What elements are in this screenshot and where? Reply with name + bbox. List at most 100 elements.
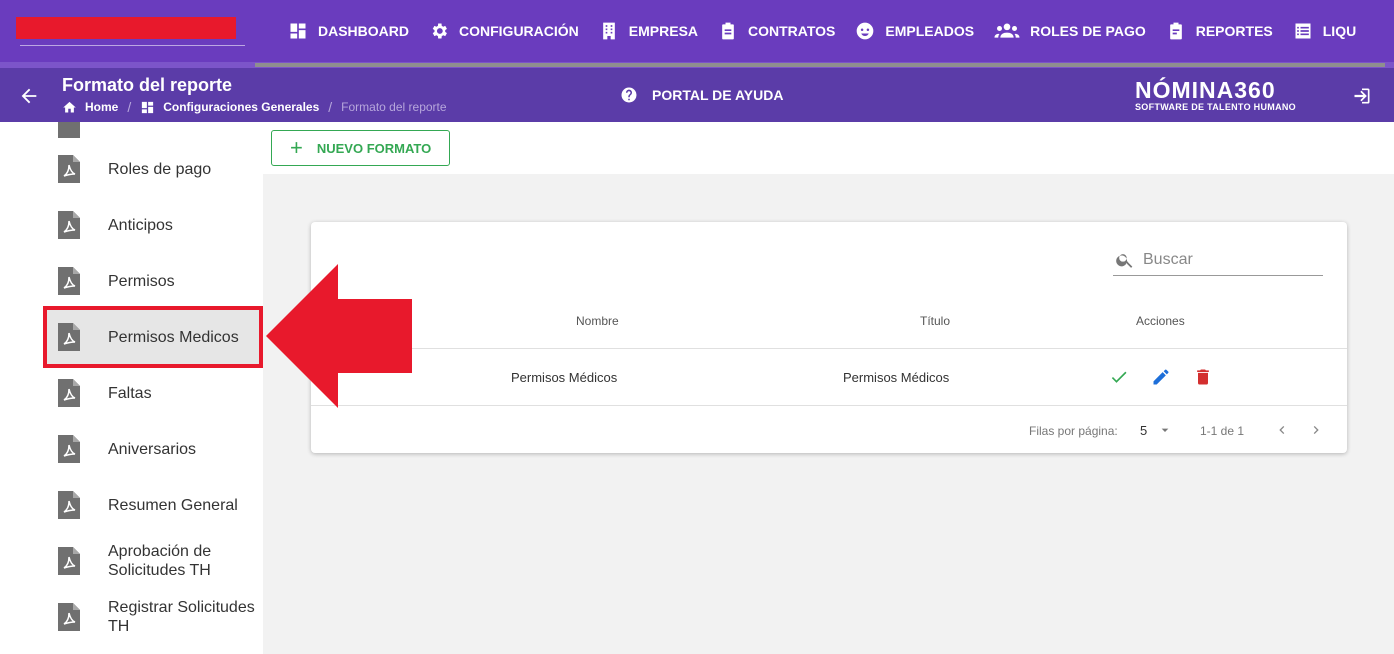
check-icon[interactable] [1109,367,1129,387]
pdf-file-icon [58,122,80,138]
help-label: PORTAL DE AYUDA [652,87,784,103]
rows-per-page-label: Filas por página: [1029,424,1118,438]
delete-trash-icon[interactable] [1193,367,1213,387]
brand-logo: NÓMINA360 SOFTWARE DE TALENTO HUMANO [1135,78,1296,112]
building-icon [599,21,619,41]
dashboard-icon [288,21,308,41]
gear-icon [429,21,449,41]
face-icon [855,21,875,41]
pdf-file-icon [58,323,80,351]
top-navbar: DASHBOARD CONFIGURACIÓN EMPRESA CONTRATO… [0,0,1394,62]
help-portal-link[interactable]: PORTAL DE AYUDA [620,86,783,104]
nav-item-contratos[interactable]: CONTRATOS [708,0,845,62]
sidebar-item-label: Registrar Solicitudes TH [108,599,255,635]
nav-item-liquidaciones[interactable]: LIQU [1283,0,1366,62]
breadcrumb-section-label: Configuraciones Generales [163,100,320,114]
sidebar-item-label: Resumen General [108,496,238,514]
sidebar-item-resumen-general[interactable]: Resumen General [46,477,260,533]
sidebar-item-faltas[interactable]: Faltas [46,365,260,421]
list-icon [1293,21,1313,41]
search-input[interactable]: Buscar [1113,244,1323,276]
page-title: Formato del reporte [62,75,233,95]
breadcrumb-separator: / [328,99,333,115]
breadcrumb: Home / Configuraciones Generales / Forma… [62,99,447,115]
cell-titulo: Permisos Médicos [843,370,950,385]
nav-label: EMPLEADOS [885,23,975,39]
pdf-file-icon [58,547,80,575]
home-icon [63,101,76,112]
nav-item-empresa[interactable]: EMPRESA [589,0,708,62]
main-nav: DASHBOARD CONFIGURACIÓN EMPRESA CONTRATO… [278,0,1366,62]
search-icon [1116,253,1133,268]
back-arrow-icon[interactable] [18,85,40,107]
nav-label: REPORTES [1195,23,1273,39]
header-divider [311,348,1347,349]
breadcrumb-home-label: Home [85,100,119,114]
nav-label: DASHBOARD [318,23,409,39]
logo-underline [20,45,245,46]
dashboard-icon [142,101,154,113]
pdf-file-icon [58,211,80,239]
pagination-range: 1-1 de 1 [1200,424,1245,438]
sidebar-item-label: Roles de pago [108,160,212,178]
nav-item-reportes[interactable]: REPORTES [1156,0,1283,62]
sidebar-item-roles-de-pago[interactable]: Roles de pago [46,141,260,197]
sidebar-item-aprobacion-solicitudes[interactable]: Aprobación de Solicitudes TH [46,533,260,589]
nav-label: LIQU [1322,23,1357,39]
plus-icon: + [290,135,303,160]
pdf-file-icon [58,435,80,463]
rows-per-page-select[interactable]: 5 [1140,423,1147,438]
sidebar-item-label: Permisos Medicos [108,328,239,346]
sidebar-item-registrar-solicitudes[interactable]: Registrar Solicitudes TH [46,589,260,645]
annotation-arrow-icon [266,264,412,408]
company-logo-redacted[interactable] [16,17,236,39]
breadcrumb-separator: / [127,99,132,115]
chevron-down-icon[interactable] [1157,422,1173,438]
column-header-titulo[interactable]: Título [920,314,950,328]
pdf-file-icon [58,379,80,407]
breadcrumb-current: Formato del reporte [341,100,447,114]
help-circle-icon [621,87,637,103]
column-header-acciones: Acciones [1136,314,1185,328]
column-header-nombre[interactable]: Nombre [576,314,619,328]
edit-pencil-icon[interactable] [1151,367,1171,387]
brand-tagline: SOFTWARE DE TALENTO HUMANO [1135,102,1296,112]
sidebar-item-permisos-medicos[interactable]: Permisos Medicos [43,306,263,368]
nav-label: EMPRESA [628,23,699,39]
report-icon [1166,21,1186,41]
formats-table-card: Buscar Nombre Título Acciones Permisos M… [311,222,1347,453]
sidebar-item-label: Aniversarios [108,440,197,458]
new-format-button[interactable]: + NUEVO FORMATO [271,130,450,166]
nav-label: CONTRATOS [748,23,836,39]
sidebar-item-anticipos[interactable]: Anticipos [46,197,260,253]
logout-icon[interactable] [1352,86,1372,106]
sidebar-item-label: Permisos [108,272,175,290]
chevron-right-icon[interactable] [1308,421,1324,439]
content-toolbar: + NUEVO FORMATO [263,122,1394,174]
new-format-label: NUEVO FORMATO [316,140,432,156]
breadcrumb-configuraciones[interactable]: Configuraciones Generales [140,100,319,115]
search-placeholder: Buscar [1143,250,1193,268]
pdf-file-icon [58,603,80,631]
sidebar-item-label: Faltas [108,384,152,402]
nav-item-configuracion[interactable]: CONFIGURACIÓN [419,0,589,62]
chevron-left-icon[interactable] [1274,421,1290,439]
page-header: Formato del reporte Home / Configuracion… [0,68,1394,122]
nav-scrollbar[interactable] [255,63,1385,67]
sidebar-item-permisos[interactable]: Permisos [46,253,260,309]
breadcrumb-home[interactable]: Home [62,100,118,115]
nav-item-roles-de-pago[interactable]: ROLES DE PAGO [984,0,1156,62]
nav-label: ROLES DE PAGO [1030,23,1146,39]
nav-item-empleados[interactable]: EMPLEADOS [845,0,984,62]
sidebar-item-label: Anticipos [108,216,173,234]
pdf-file-icon [58,267,80,295]
sidebar-item-aniversarios[interactable]: Aniversarios [46,421,260,477]
nav-label: CONFIGURACIÓN [459,23,579,39]
users-icon [994,21,1020,41]
clipboard-icon [718,21,738,41]
sidebar-item-label: Aprobación de Solicitudes TH [108,543,212,579]
sidebar: Roles de pago Anticipos Permisos Permiso… [0,122,263,654]
pdf-file-icon [58,491,80,519]
nav-item-dashboard[interactable]: DASHBOARD [278,0,419,62]
brand-name: NÓMINA360 [1135,77,1276,103]
